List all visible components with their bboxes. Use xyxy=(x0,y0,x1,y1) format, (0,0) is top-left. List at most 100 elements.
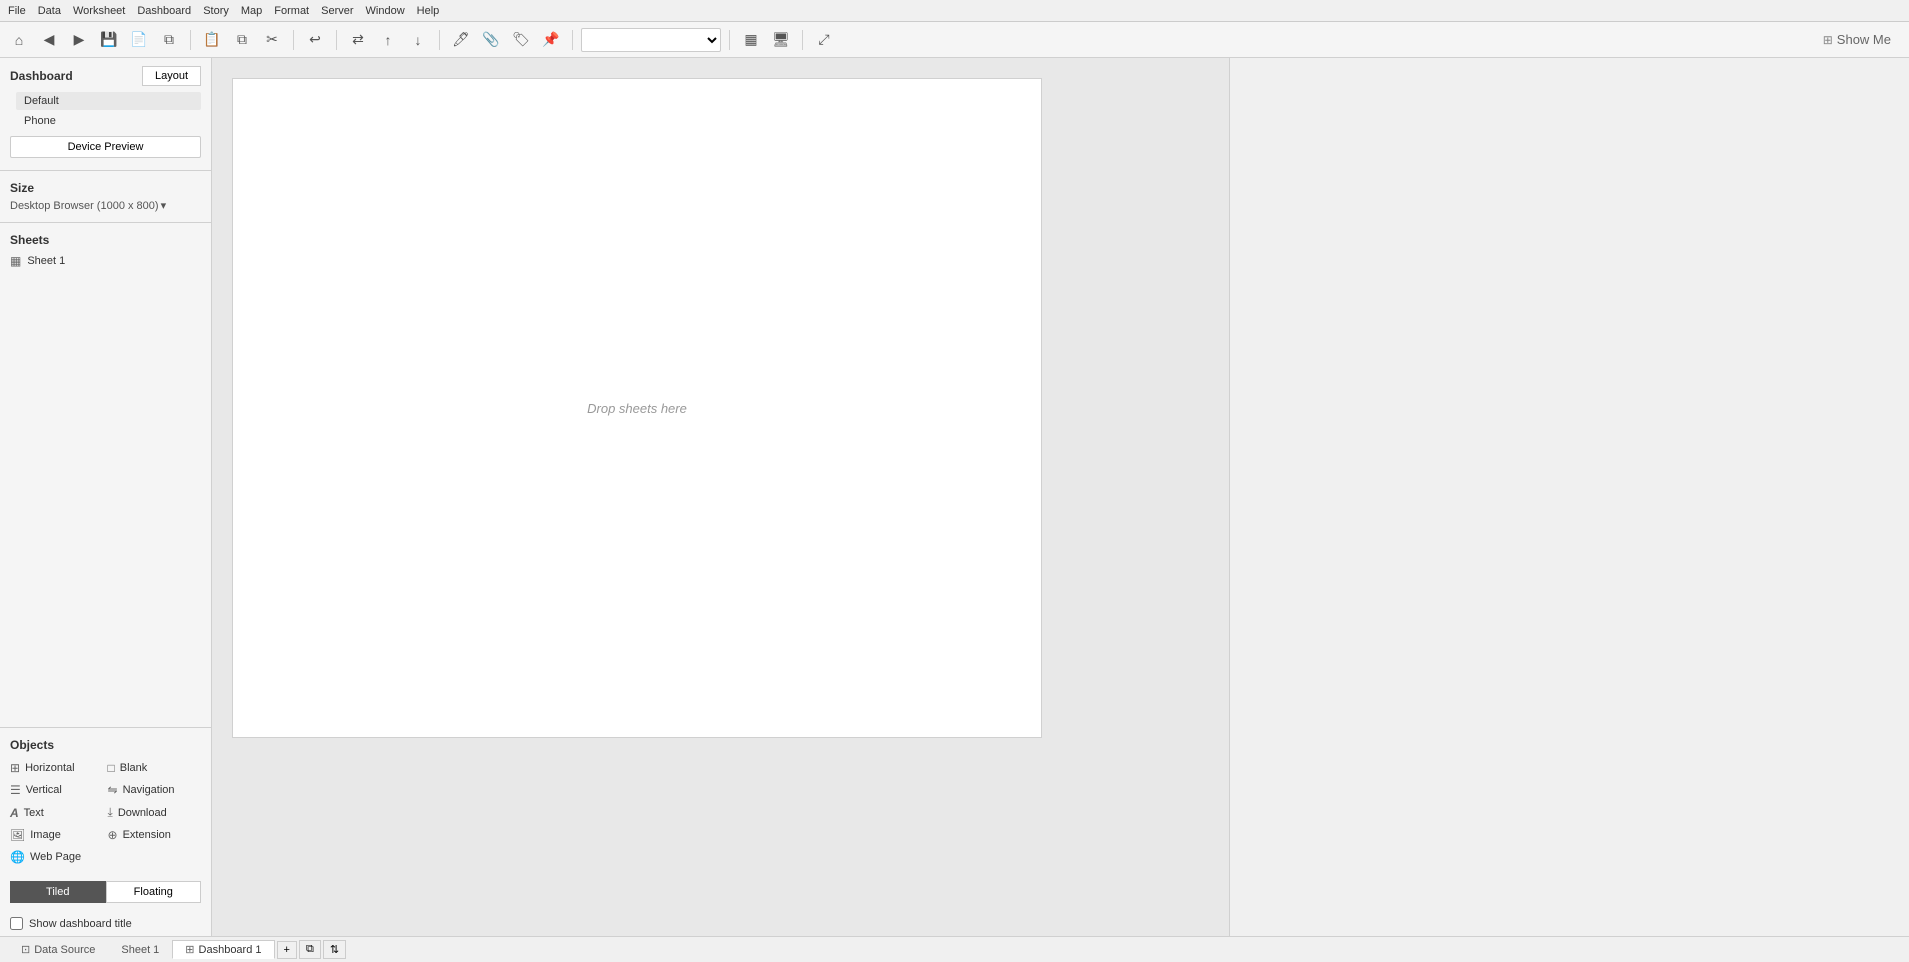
layout-tab[interactable]: Layout xyxy=(142,66,201,86)
default-item[interactable]: Default xyxy=(16,92,201,110)
pin-btn[interactable]: 📌 xyxy=(538,27,564,53)
sheet-1-label: Sheet 1 xyxy=(27,255,65,267)
drop-hint: Drop sheets here xyxy=(587,401,687,416)
dashboard-layout-header: Dashboard Layout xyxy=(0,58,211,90)
duplicate-btn[interactable]: ⧉ xyxy=(156,27,182,53)
share-btn[interactable]: ⤢ xyxy=(811,27,837,53)
spacer xyxy=(0,277,211,723)
show-dashboard-title-row: Show dashboard title xyxy=(0,911,211,936)
main-area: Dashboard Layout Default Phone Device Pr… xyxy=(0,58,1909,936)
size-label: Size xyxy=(10,181,201,195)
save-btn[interactable]: 💾 xyxy=(96,27,122,53)
horizontal-object[interactable]: ⊞ Horizontal xyxy=(10,758,104,778)
bar-chart-btn[interactable]: ▦ xyxy=(738,27,764,53)
image-icon: 🖼 xyxy=(10,828,25,842)
device-preview-row: Device Preview xyxy=(0,132,211,166)
text-label: Text xyxy=(24,807,44,819)
vertical-object[interactable]: ☰ Vertical xyxy=(10,780,104,800)
menu-format[interactable]: Format xyxy=(274,5,309,17)
image-object[interactable]: 🖼 Image xyxy=(10,825,104,845)
menu-window[interactable]: Window xyxy=(366,5,405,17)
home-btn[interactable]: ⌂ xyxy=(6,27,32,53)
dashboard1-tab[interactable]: ⊞ Dashboard 1 xyxy=(172,940,274,959)
divider1 xyxy=(190,30,191,50)
menu-worksheet[interactable]: Worksheet xyxy=(73,5,125,17)
show-dashboard-label: Show dashboard title xyxy=(29,918,132,930)
download-object[interactable]: ⤓ Download xyxy=(108,802,202,823)
swap-btn[interactable]: ⇄ xyxy=(345,27,371,53)
font-dropdown[interactable] xyxy=(581,28,721,52)
device-preview-button[interactable]: Device Preview xyxy=(10,136,201,158)
dashboard-canvas[interactable]: Drop sheets here xyxy=(232,78,1042,738)
add-sheet-btn[interactable]: + xyxy=(277,941,297,959)
webpage-object[interactable]: 🌐 Web Page xyxy=(10,847,104,867)
horizontal-label: Horizontal xyxy=(25,762,75,774)
device-btn[interactable]: 🖥 xyxy=(768,27,794,53)
divider-sheets xyxy=(0,222,211,223)
menu-server[interactable]: Server xyxy=(321,5,353,17)
back-btn[interactable]: ◀ xyxy=(36,27,62,53)
data-source-icon: ⊡ xyxy=(21,943,30,956)
swap-sheet-btn[interactable]: ⇅ xyxy=(323,940,346,959)
duplicate-sheet-btn[interactable]: ⧉ xyxy=(299,940,321,959)
data-source-label: Data Source xyxy=(34,944,95,956)
vertical-icon: ☰ xyxy=(10,783,21,797)
label-btn[interactable]: 🏷 xyxy=(508,27,534,53)
data-source-tab[interactable]: ⊡ Data Source xyxy=(8,940,108,959)
blank-label: Blank xyxy=(120,762,148,774)
horizontal-icon: ⊞ xyxy=(10,761,20,775)
toolbar: ⌂ ◀ ▶ 💾 📄 ⧉ 📋 ⧉ ✂ ↩ ⇄ ↑ ↓ 🖊 📎 🏷 📌 ▦ 🖥 ⤢ … xyxy=(0,22,1909,58)
sort-asc-btn[interactable]: ↑ xyxy=(375,27,401,53)
sheet1-tab[interactable]: Sheet 1 xyxy=(108,941,172,959)
dashboard-label: Dashboard xyxy=(10,69,73,83)
blank-object[interactable]: □ Blank xyxy=(108,758,202,778)
objects-section: Objects ⊞ Horizontal □ Blank ☰ Vertical … xyxy=(0,732,211,873)
show-me-icon: ⊞ xyxy=(1823,33,1833,47)
sheets-section: Sheets ▦ Sheet 1 xyxy=(0,227,211,277)
size-value-row[interactable]: Desktop Browser (1000 x 800) ▾ xyxy=(10,199,201,212)
menu-dashboard[interactable]: Dashboard xyxy=(137,5,191,17)
size-arrow-icon: ▾ xyxy=(161,199,167,212)
left-sidebar: Dashboard Layout Default Phone Device Pr… xyxy=(0,58,212,936)
navigation-label: Navigation xyxy=(123,784,175,796)
phone-item[interactable]: Phone xyxy=(16,112,201,130)
sort-desc-btn[interactable]: ↓ xyxy=(405,27,431,53)
tiled-floating-row: Tiled Floating xyxy=(0,873,211,911)
menu-data[interactable]: Data xyxy=(38,5,61,17)
divider4 xyxy=(439,30,440,50)
navigation-icon: ⇋ xyxy=(108,783,118,797)
menu-story[interactable]: Story xyxy=(203,5,229,17)
tiled-button[interactable]: Tiled xyxy=(10,881,106,903)
tooltip-btn[interactable]: 📎 xyxy=(478,27,504,53)
extension-object[interactable]: ⊕ Extension xyxy=(108,825,202,845)
divider-objects xyxy=(0,727,211,728)
show-dashboard-checkbox[interactable] xyxy=(10,917,23,930)
dashboard1-icon: ⊞ xyxy=(185,943,194,956)
extension-icon: ⊕ xyxy=(108,828,118,842)
undo-btn[interactable]: ↩ xyxy=(302,27,328,53)
navigation-object[interactable]: ⇋ Navigation xyxy=(108,780,202,800)
cut-btn[interactable]: ✂ xyxy=(259,27,285,53)
highlight-btn[interactable]: 🖊 xyxy=(448,27,474,53)
show-me-button[interactable]: ⊞ Show Me xyxy=(1811,28,1903,51)
text-object[interactable]: A Text xyxy=(10,802,104,823)
divider3 xyxy=(336,30,337,50)
paste-btn[interactable]: 📋 xyxy=(199,27,225,53)
empty-object xyxy=(108,847,202,867)
sheet-icon: ▦ xyxy=(10,254,21,268)
new-btn[interactable]: 📄 xyxy=(126,27,152,53)
sheet-1-item[interactable]: ▦ Sheet 1 xyxy=(10,251,201,271)
text-icon: A xyxy=(10,806,19,820)
show-me-label: Show Me xyxy=(1837,32,1891,47)
copy-btn[interactable]: ⧉ xyxy=(229,27,255,53)
floating-button[interactable]: Floating xyxy=(106,881,202,903)
menu-bar: File Data Worksheet Dashboard Story Map … xyxy=(0,0,1909,22)
forward-btn[interactable]: ▶ xyxy=(66,27,92,53)
menu-file[interactable]: File xyxy=(8,5,26,17)
menu-help[interactable]: Help xyxy=(417,5,440,17)
sheet1-label: Sheet 1 xyxy=(121,944,159,956)
menu-map[interactable]: Map xyxy=(241,5,262,17)
canvas-area: Drop sheets here xyxy=(212,58,1229,936)
sheets-label: Sheets xyxy=(10,233,201,247)
webpage-label: Web Page xyxy=(30,851,81,863)
